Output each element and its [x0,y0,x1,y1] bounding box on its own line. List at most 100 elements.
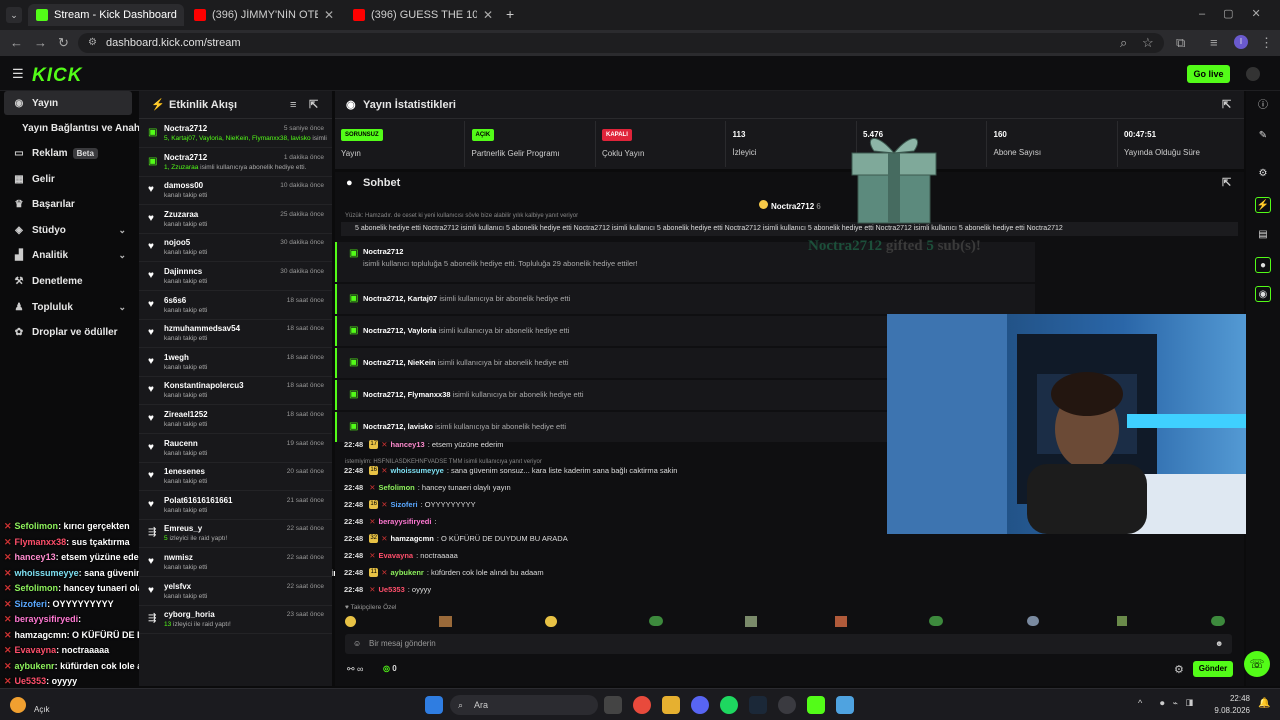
emote-icon[interactable] [649,616,663,626]
tab-kick-dashboard[interactable]: Stream - Kick Dashboard ✕ [28,4,184,26]
chat-message[interactable]: 22:48 ✕ Ue5353: oyyyy [344,585,431,594]
kick-app-icon[interactable] [807,696,825,714]
notepad-icon[interactable] [836,696,854,714]
file-explorer-icon[interactable] [662,696,680,714]
popout-icon[interactable]: ⇱ [1222,91,1231,119]
emote-icon[interactable] [439,616,452,627]
zoom-icon[interactable]: ⌕ [1120,35,1127,51]
chat-message-user[interactable]: Evavayna [378,551,413,560]
share-icon[interactable]: ⚯ ∞ [347,664,363,675]
site-info-icon[interactable]: ⚙ [88,33,97,53]
profile-avatar[interactable]: I [1234,35,1248,49]
forward-icon[interactable]: → [34,35,47,50]
chat-settings-gear-icon[interactable]: ⚙ [1174,663,1184,676]
activity-feed-item[interactable]: ♥ nwmisz 22 saat önce kanalı takip etti [139,549,332,577]
emote-icon[interactable] [1117,616,1127,626]
filter-icon[interactable]: ≡ [290,91,296,119]
user-avatar[interactable] [1246,67,1260,81]
new-tab-icon[interactable]: + [506,6,514,22]
bookmark-star-icon[interactable]: ☆ [1142,35,1154,51]
close-tab-icon[interactable]: ✕ [477,8,493,22]
chat-message-user[interactable]: Sefolimon [378,483,414,492]
activity-feed-item[interactable]: ♥ 1wegh 18 saat önce kanalı takip etti [139,349,332,377]
reload-icon[interactable]: ↻ [58,35,69,51]
hamburger-menu-icon[interactable]: ☰ [12,66,24,82]
activity-feed-item[interactable]: ♥ hzmuhammedsav54 18 saat önce kanalı takip… [139,320,332,349]
browser-menu-icon[interactable]: ⋮ [1260,35,1273,51]
help-chat-icon[interactable]: ☏ [1244,651,1270,677]
clock-date[interactable]: 9.08.2026 [1208,706,1250,715]
activity-feed-item[interactable]: ♥ nojoo5 30 dakika önce kanalı takip etti [139,234,332,263]
sidebar-item-reklam[interactable]: ▭ Reklam Beta [4,141,132,165]
popout-icon[interactable]: ⇱ [309,91,318,119]
task-view-icon[interactable] [604,696,622,714]
sidebar-item-topluluk[interactable]: ♟ Topluluk ⌄ [4,295,132,319]
sidebar-item-droplar[interactable]: ✿ Droplar ve ödüller [4,320,132,344]
chat-message-user[interactable]: aybukenr [390,568,423,577]
taskbar-search[interactable]: ⌕ Ara [450,695,598,715]
emote-icon[interactable] [835,616,847,627]
activity-feed-item[interactable]: ♥ 6s6s6 18 saat önce kanalı takip etti [139,292,332,320]
chat-message[interactable]: 22:48 16 ✕ Sizoferi: OYYYYYYYYY [344,500,476,509]
emote-icon[interactable] [1027,616,1039,626]
chat-message[interactable]: 22:48 ✕ berayysifiryedi: [344,517,437,526]
emote-icon[interactable] [345,616,356,627]
chat-message[interactable]: 22:48 17 ✕ hancey13: etsem yüzüne ederim [344,440,504,449]
tab-youtube-2[interactable]: (396) GUESS THE 100 TV SHOW ✕ [345,4,501,26]
chat-message-user[interactable]: Ue5353 [378,585,404,594]
settings-icon[interactable]: ⚙ [1255,166,1271,182]
activity-feed-item[interactable]: ▣ Noctra2712 5 saniye önce 5, Kartaj07, Vay… [139,120,332,148]
sidebar-item-stream-key[interactable]: Yayın Bağlantısı ve Anahtarı [4,116,156,140]
activity-feed-item[interactable]: ⇶ cyborg_horia 23 saat önce 13 izleyici ile… [139,606,332,635]
windows-start-icon[interactable] [425,696,443,714]
info-icon[interactable]: ⓘ [1255,98,1271,114]
tab-search-icon[interactable]: ⌄ [6,7,22,23]
activity-feed-item[interactable]: ⇶ Emreus_y 22 saat önce 5 izleyici ile raid… [139,520,332,549]
chat-message[interactable]: 22:48 ✕ Evavayna: noctraaaaa [344,551,458,560]
chat-message[interactable]: 22:48 ✕ Sefolimon: hancey tunaeri olaylı y… [344,483,511,492]
popout-icon[interactable]: ⇱ [1222,172,1231,194]
weather-icon[interactable] [10,697,26,713]
close-tab-icon[interactable]: ✕ [177,8,184,22]
chat-message-user[interactable]: berayysifiryedi [378,517,431,526]
chat-message-user[interactable]: hamzagcmn [390,534,433,543]
chat-message[interactable]: 22:48 32 ✕ hamzagcmn: O KÜFÜRÜ DE DUYDUM BU… [344,534,568,543]
emote-icon[interactable] [745,616,757,627]
close-tab-icon[interactable]: ✕ [318,8,334,22]
lightning-icon[interactable]: ⚡ [1255,197,1271,213]
activity-feed-item[interactable]: ♥ Konstantinapolercu3 18 saat önce kanalı t… [139,377,332,406]
tray-icons[interactable]: ⏺⌁◨ [1160,698,1201,709]
sidebar-item-studyo[interactable]: ◈ Stüdyo ⌄ [4,218,132,242]
emote-icon[interactable] [929,616,943,626]
kick-logo[interactable]: KICK [32,65,82,87]
chrome-icon[interactable] [633,696,651,714]
back-icon[interactable]: ← [10,35,23,50]
sidebar-item-analitik[interactable]: ▟ Analitik ⌄ [4,243,132,267]
activity-feed-item[interactable]: ♥ Zireael1252 18 saat önce kanalı takip ett… [139,406,332,434]
chat-message-user[interactable]: hancey13 [390,440,424,449]
discord-icon[interactable] [691,696,709,714]
activity-feed-item[interactable]: ♥ Polat61616161661 21 saat önce kanalı taki… [139,492,332,520]
edit-icon[interactable]: ✎ [1255,128,1271,144]
emoji-picker-icon[interactable]: ☺ [353,634,361,654]
activity-feed-item[interactable]: ♥ damoss00 10 dakika önce kanalı takip etti [139,177,332,206]
clock-time[interactable]: 22:48 [1220,694,1250,703]
activity-feed-item[interactable]: ♥ Raucenn 19 saat önce kanalı takip etti [139,435,332,463]
chat-message[interactable]: 22:48 11 ✕ aybukenr: küfürden cok lole alın… [344,568,544,577]
media-icon[interactable]: ≡ [1210,35,1218,50]
chat-message-user[interactable]: Sizoferi [390,500,417,509]
activity-feed-item[interactable]: ▣ Noctra2712 1 dakika önce 1, Zzuzaraa isim… [139,149,332,177]
sidebar-item-yayin[interactable]: ◉ Yayın [4,91,132,115]
sidebar-item-denetleme[interactable]: ⚒ Denetleme [4,269,132,293]
go-live-button[interactable]: Go live [1187,65,1230,83]
tray-chevron-icon[interactable]: ^ [1138,698,1142,708]
activity-feed-item[interactable]: ♥ Dajinnncs 30 dakika önce kanalı takip ett… [139,263,332,291]
activity-feed-item[interactable]: ♥ 1enesenes 20 saat önce kanalı takip etti [139,463,332,492]
chat-message-input[interactable]: ☺ Bir mesaj gönderin ☻ [345,634,1232,654]
chat-message-user[interactable]: whoissumeyye [390,466,443,475]
broadcast-icon[interactable]: ◉ [1255,286,1271,302]
document-icon[interactable]: ▤ [1255,227,1271,243]
chat-bubble-icon[interactable]: ● [1255,257,1271,273]
steam-icon[interactable] [749,696,767,714]
emote-icon[interactable] [545,616,557,627]
